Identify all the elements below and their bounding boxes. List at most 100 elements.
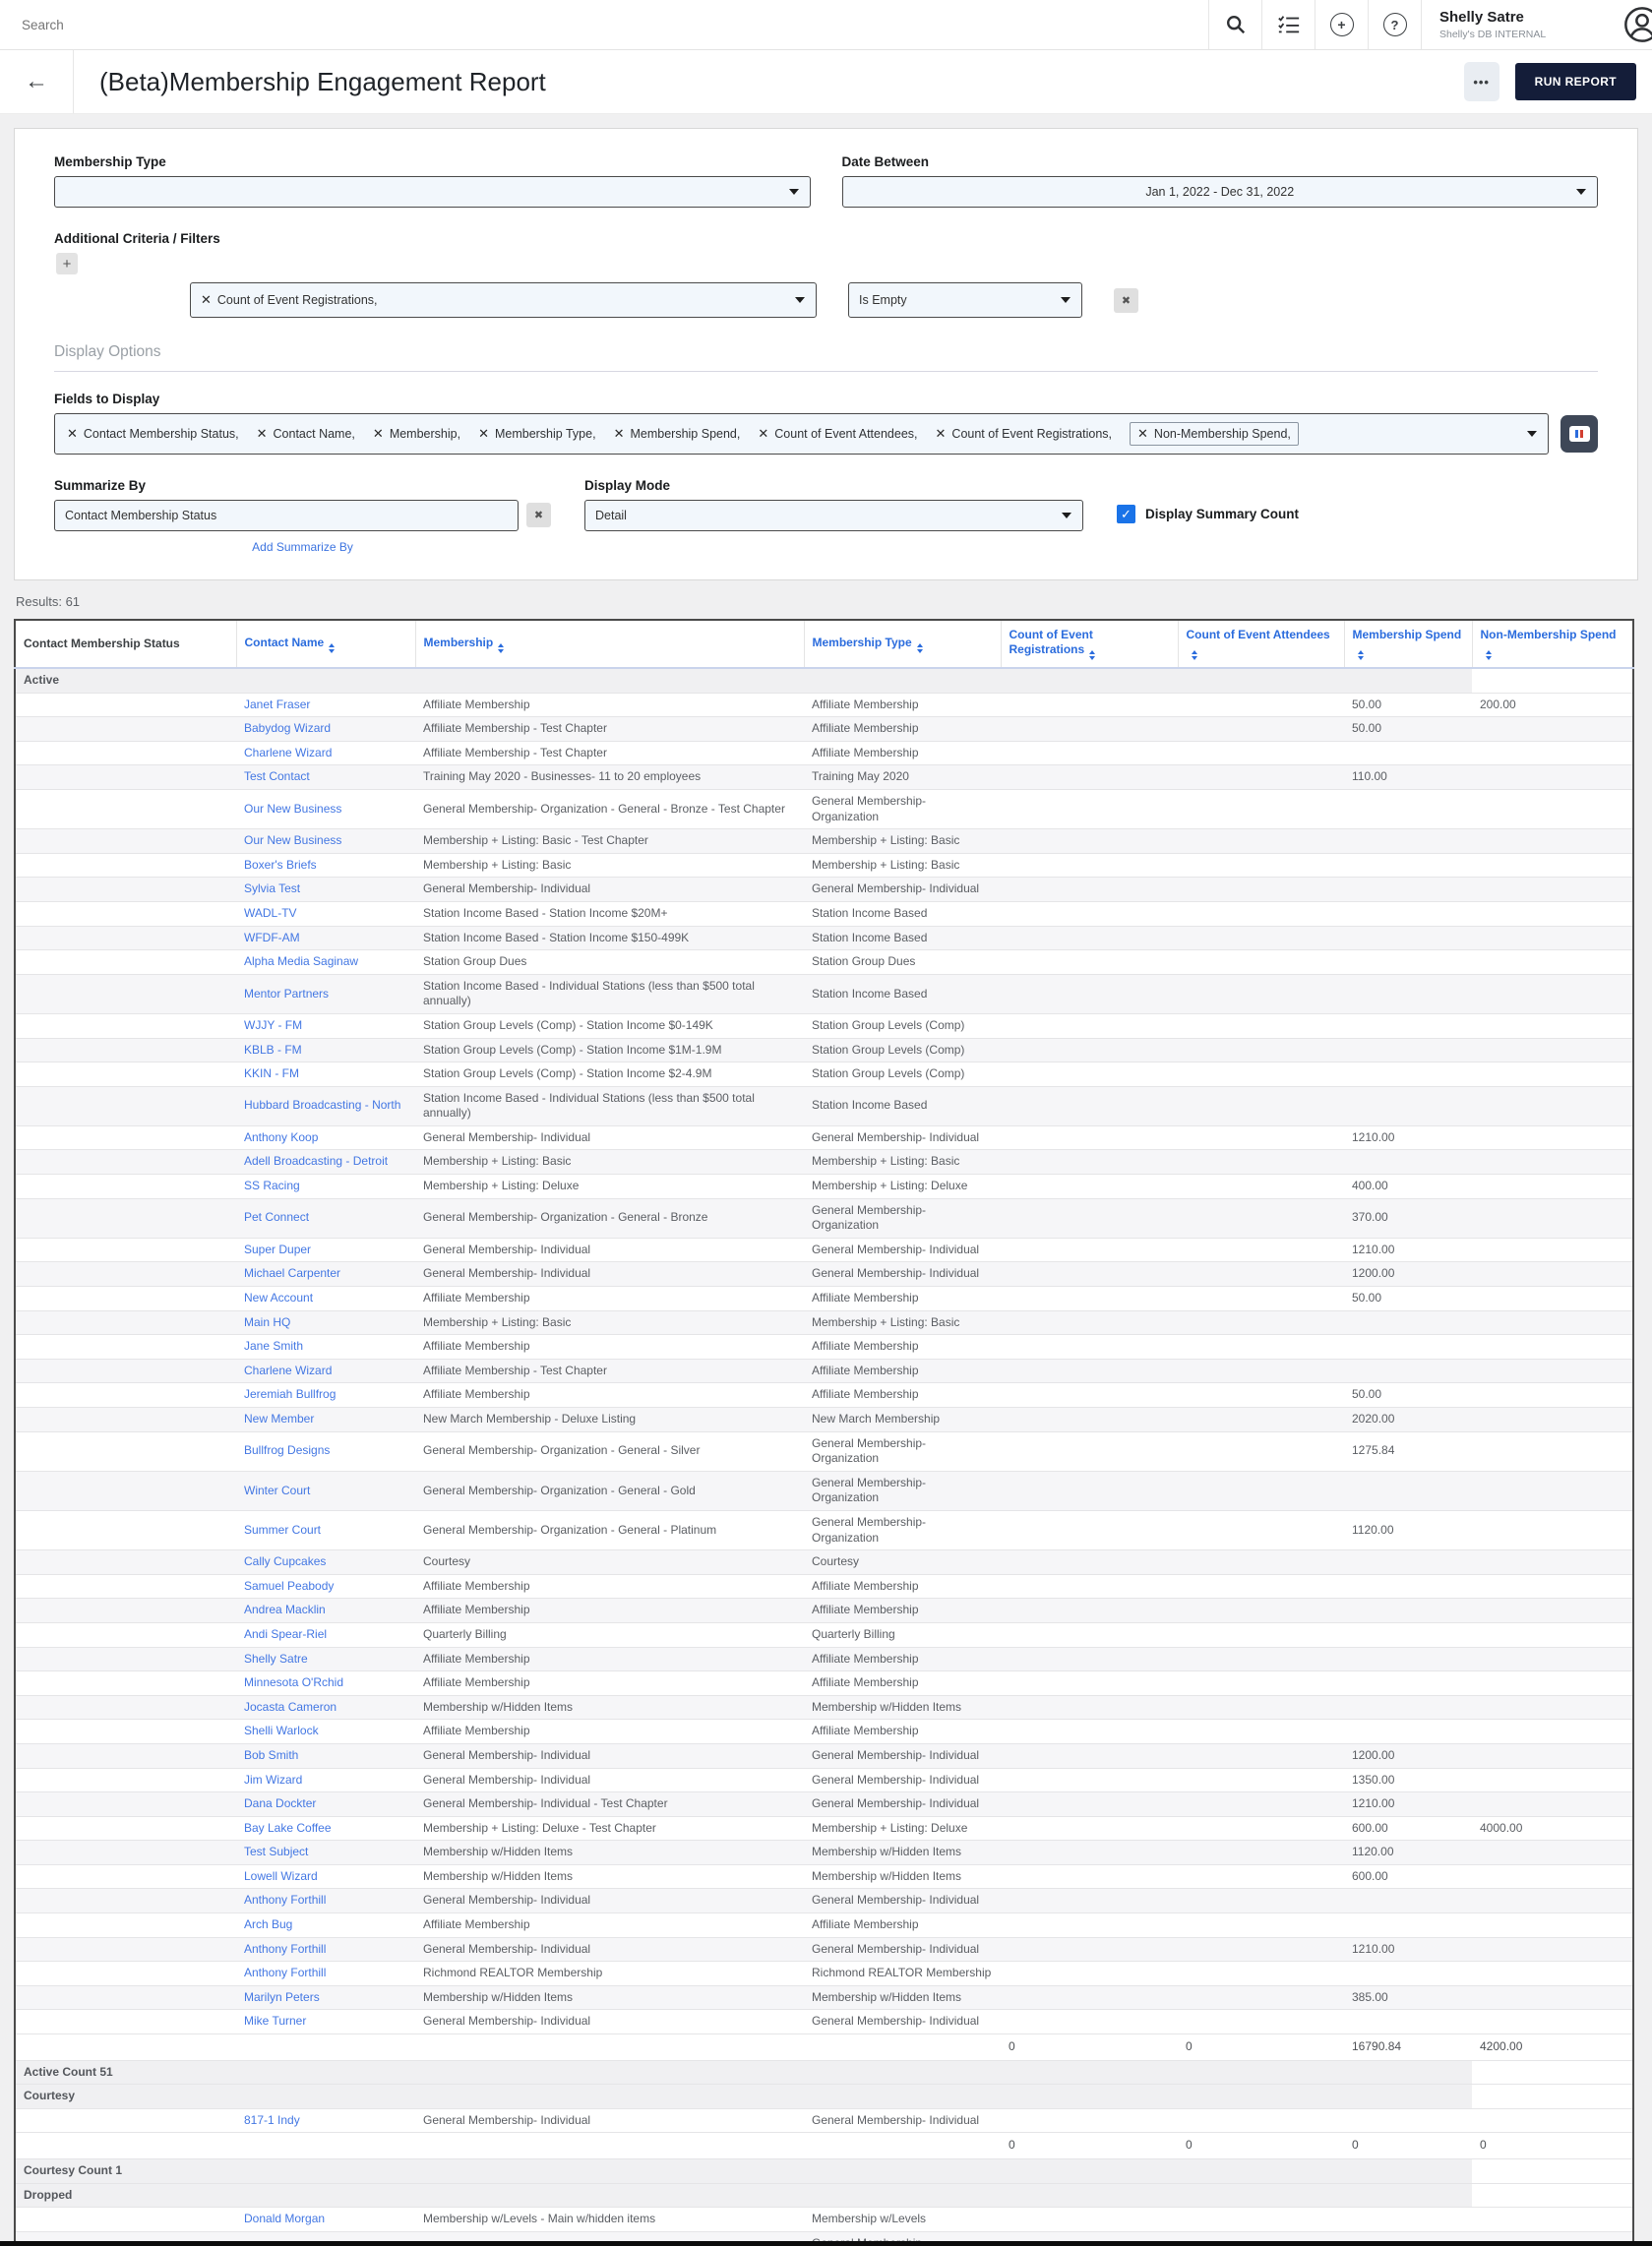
contact-name-link[interactable]: Pet Connect	[244, 1210, 309, 1224]
remove-field-icon[interactable]: ✕	[201, 292, 212, 308]
criteria-operator-select[interactable]: Is Empty	[848, 282, 1082, 318]
contact-name-link[interactable]: Hubbard Broadcasting - North	[244, 1098, 400, 1112]
contact-name-link[interactable]: KBLB - FM	[244, 1043, 302, 1057]
contact-name-link[interactable]: Super Duper	[244, 1243, 311, 1256]
contact-name-link[interactable]: New Member	[244, 1412, 314, 1426]
contact-name-link[interactable]: New Account	[244, 1291, 313, 1305]
contact-name-link[interactable]: Charlene Wizard	[244, 1364, 332, 1377]
contact-name-link[interactable]: Test Subject	[244, 1845, 308, 1858]
remove-summarize-button[interactable]: ✖	[526, 503, 551, 527]
contact-name-link[interactable]: Bob Smith	[244, 1748, 298, 1762]
contact-name-link[interactable]: Anthony Forthill	[244, 1893, 326, 1907]
contact-name-link[interactable]: Michael Carpenter	[244, 1266, 340, 1280]
contact-name-link[interactable]: Cally Cupcakes	[244, 1554, 326, 1568]
sort-icon[interactable]	[1485, 650, 1492, 660]
contact-name-link[interactable]: SS Racing	[244, 1179, 300, 1192]
field-chip[interactable]: ✕ Contact Name,	[257, 426, 355, 442]
contact-name-link[interactable]: Janet Fraser	[244, 698, 310, 711]
contact-name-link[interactable]: Samuel Peabody	[244, 1579, 334, 1593]
field-chip[interactable]: ✕ Contact Membership Status,	[67, 426, 239, 442]
remove-field-icon[interactable]: ✕	[936, 426, 947, 442]
column-layout-button[interactable]	[1560, 415, 1598, 453]
remove-criteria-button[interactable]: ✖	[1114, 288, 1138, 313]
contact-name-link[interactable]: Arch Bug	[244, 1917, 292, 1931]
field-chip[interactable]: ✕ Membership Type,	[478, 426, 596, 442]
column-header[interactable]: Membership	[415, 620, 805, 669]
add-icon[interactable]: +	[1315, 0, 1368, 49]
column-header[interactable]: Count of Event Registrations	[1001, 620, 1179, 669]
avatar[interactable]	[1601, 0, 1652, 49]
contact-name-link[interactable]: Shelly Satre	[244, 1652, 308, 1666]
remove-field-icon[interactable]: ✕	[373, 426, 384, 442]
summarize-by-input[interactable]: Contact Membership Status	[54, 500, 519, 531]
contact-name-link[interactable]: Boxer's Briefs	[244, 858, 317, 872]
column-header[interactable]: Non-Membership Spend	[1472, 620, 1633, 669]
column-header[interactable]: Count of Event Attendees	[1178, 620, 1345, 669]
remove-field-icon[interactable]: ✕	[758, 426, 768, 442]
add-summarize-link[interactable]: Add Summarize By	[54, 540, 551, 554]
remove-field-icon[interactable]: ✕	[614, 426, 625, 442]
contact-name-link[interactable]: Jocasta Cameron	[244, 1700, 337, 1714]
contact-name-link[interactable]: Anthony Forthill	[244, 1966, 326, 1979]
contact-name-link[interactable]: WJJY - FM	[244, 1018, 302, 1032]
contact-name-link[interactable]: Anthony Forthill	[244, 1942, 326, 1956]
add-criteria-button[interactable]: +	[56, 253, 78, 274]
contact-name-link[interactable]: WFDF-AM	[244, 931, 300, 944]
field-chip[interactable]: ✕ Membership Spend,	[614, 426, 741, 442]
contact-name-link[interactable]: Adell Broadcasting - Detroit	[244, 1154, 388, 1168]
date-between-select[interactable]: Jan 1, 2022 - Dec 31, 2022	[841, 176, 1598, 208]
sort-icon[interactable]	[1357, 650, 1364, 660]
search-input[interactable]	[20, 16, 417, 33]
contact-name-link[interactable]: WADL-TV	[244, 906, 297, 920]
contact-name-link[interactable]: Shelli Warlock	[244, 1724, 319, 1737]
column-header[interactable]: Membership Type	[804, 620, 1002, 669]
contact-name-link[interactable]: Jeremiah Bullfrog	[244, 1387, 336, 1401]
contact-name-link[interactable]: Test Contact	[244, 769, 310, 783]
contact-name-link[interactable]: Babydog Wizard	[244, 721, 331, 735]
contact-name-link[interactable]: Dana Dockter	[244, 1796, 316, 1810]
field-chip[interactable]: ✕ Count of Event Registrations,	[936, 426, 1113, 442]
contact-name-link[interactable]: Mentor Partners	[244, 987, 329, 1001]
contact-name-link[interactable]: Marilyn Peters	[244, 1990, 320, 2004]
contact-name-link[interactable]: Jim Wizard	[244, 1773, 302, 1787]
help-icon[interactable]: ?	[1369, 0, 1421, 49]
field-chip[interactable]: ✕ Count of Event Attendees,	[758, 426, 917, 442]
membership-type-select[interactable]	[54, 176, 811, 208]
field-chip[interactable]: ✕ Non-Membership Spend,	[1130, 422, 1299, 446]
summary-count-checkbox[interactable]: ✓	[1117, 505, 1135, 523]
user-menu[interactable]: Shelly Satre Shelly's DB INTERNAL	[1422, 0, 1601, 49]
remove-field-icon[interactable]: ✕	[1137, 426, 1148, 442]
column-header[interactable]: Membership Spend	[1344, 620, 1473, 669]
display-mode-select[interactable]: Detail	[584, 500, 1083, 531]
back-button[interactable]: ←	[0, 50, 74, 113]
sort-icon[interactable]	[329, 642, 336, 653]
contact-name-link[interactable]: Anthony Koop	[244, 1130, 318, 1144]
tasks-icon[interactable]	[1262, 0, 1315, 49]
sort-icon[interactable]	[916, 642, 923, 653]
run-report-button[interactable]: RUN REPORT	[1514, 63, 1636, 100]
contact-name-link[interactable]: Summer Court	[244, 1523, 321, 1537]
global-search[interactable]	[0, 0, 1208, 49]
contact-name-link[interactable]: Sylvia Test	[244, 881, 300, 895]
remove-field-icon[interactable]: ✕	[478, 426, 489, 442]
contact-name-link[interactable]: Bay Lake Coffee	[244, 1821, 332, 1835]
more-options-button[interactable]: •••	[1463, 62, 1499, 101]
fields-to-display-select[interactable]: ✕ Contact Membership Status, ✕ Contact Name…	[54, 413, 1549, 455]
contact-name-link[interactable]: Mike Turner	[244, 2014, 306, 2028]
contact-name-link[interactable]: Bullfrog Designs	[244, 1443, 330, 1457]
contact-name-link[interactable]: Donald Morgan	[244, 2212, 325, 2225]
sort-icon[interactable]	[498, 642, 505, 653]
column-header[interactable]: Contact Name	[236, 620, 416, 669]
sort-icon[interactable]	[1191, 650, 1197, 660]
sort-icon[interactable]	[1089, 650, 1096, 660]
contact-name-link[interactable]: 817-1 Indy	[244, 2113, 300, 2127]
field-chip[interactable]: ✕ Membership,	[373, 426, 460, 442]
contact-name-link[interactable]: Jane Smith	[244, 1339, 303, 1353]
contact-name-link[interactable]: Charlene Wizard	[244, 746, 332, 759]
criteria-field-select[interactable]: ✕ Count of Event Registrations,	[190, 282, 817, 318]
remove-field-icon[interactable]: ✕	[67, 426, 78, 442]
contact-name-link[interactable]: Our New Business	[244, 833, 341, 847]
contact-name-link[interactable]: Andi Spear-Riel	[244, 1627, 327, 1641]
search-icon[interactable]	[1209, 0, 1261, 49]
contact-name-link[interactable]: Main HQ	[244, 1315, 290, 1329]
